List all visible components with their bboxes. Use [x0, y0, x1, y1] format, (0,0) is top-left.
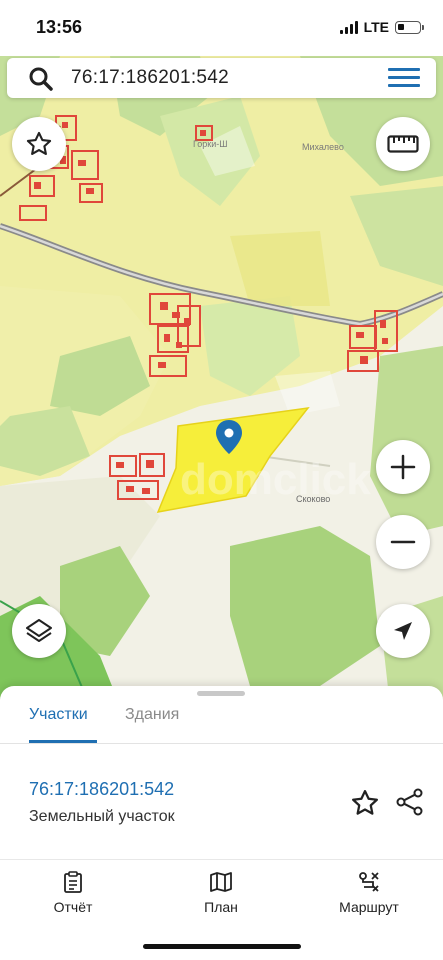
home-indicator	[143, 944, 301, 949]
zoom-out-button[interactable]	[376, 515, 430, 569]
place-label: Горки-Ш	[193, 139, 228, 149]
search-input[interactable]: 76:17:186201:542	[71, 67, 229, 89]
favorite-button[interactable]	[12, 117, 66, 171]
map-plan-icon	[210, 872, 232, 892]
bottom-sheet[interactable]: Участки Здания 76:17:186201:542 Земельны…	[0, 686, 443, 960]
status-indicators: LTE	[339, 19, 424, 35]
plus-icon	[390, 454, 416, 480]
map-canvas[interactable]: domclick Горки-Ш Михалево Скоково	[0, 56, 443, 706]
status-bar: 13:56 LTE	[0, 0, 443, 56]
nav-route-label: Маршрут	[339, 899, 399, 915]
parcel-number-link[interactable]: 76:17:186201:542	[29, 779, 174, 800]
map-view[interactable]: domclick Горки-Ш Михалево Скоково	[0, 56, 443, 706]
place-label: Скоково	[296, 494, 330, 504]
search-icon[interactable]	[28, 66, 54, 92]
status-time: 13:56	[36, 17, 83, 37]
tab-buildings[interactable]: Здания	[125, 706, 179, 724]
network-label: LTE	[363, 19, 389, 35]
ruler-icon	[387, 135, 419, 153]
navigation-arrow-icon	[394, 622, 412, 640]
tab-bar: Участки Здания	[0, 702, 443, 744]
nav-route[interactable]: Маршрут	[314, 860, 424, 915]
place-label: Михалево	[302, 142, 344, 152]
tab-parcels[interactable]: Участки	[29, 706, 88, 724]
parcel-share-button[interactable]	[395, 787, 425, 822]
nav-report-label: Отчёт	[53, 899, 93, 915]
report-icon	[64, 871, 82, 893]
signal-icon	[339, 20, 358, 34]
layers-button[interactable]	[12, 604, 66, 658]
layers-icon	[26, 619, 52, 642]
search-bar[interactable]: 76:17:186201:542	[7, 58, 436, 98]
zoom-in-button[interactable]	[376, 440, 430, 494]
ruler-button[interactable]	[376, 117, 430, 171]
locate-button[interactable]	[376, 604, 430, 658]
route-icon	[359, 872, 379, 892]
share-icon	[396, 788, 423, 816]
minus-icon	[390, 540, 416, 544]
nav-plan-label: План	[204, 899, 238, 915]
active-tab-indicator	[29, 740, 97, 743]
star-outline-icon	[26, 131, 52, 155]
map-watermark: domclick	[180, 455, 371, 504]
battery-level	[398, 23, 404, 30]
battery-icon	[395, 20, 424, 34]
parcel-type: Земельный участок	[29, 808, 175, 825]
nav-plan[interactable]: План	[166, 860, 276, 915]
nav-report[interactable]: Отчёт	[18, 860, 128, 915]
menu-icon[interactable]	[388, 68, 420, 88]
parcel-favorite-button[interactable]	[350, 788, 380, 823]
star-outline-icon	[352, 790, 378, 815]
sheet-grabber[interactable]	[197, 691, 245, 696]
